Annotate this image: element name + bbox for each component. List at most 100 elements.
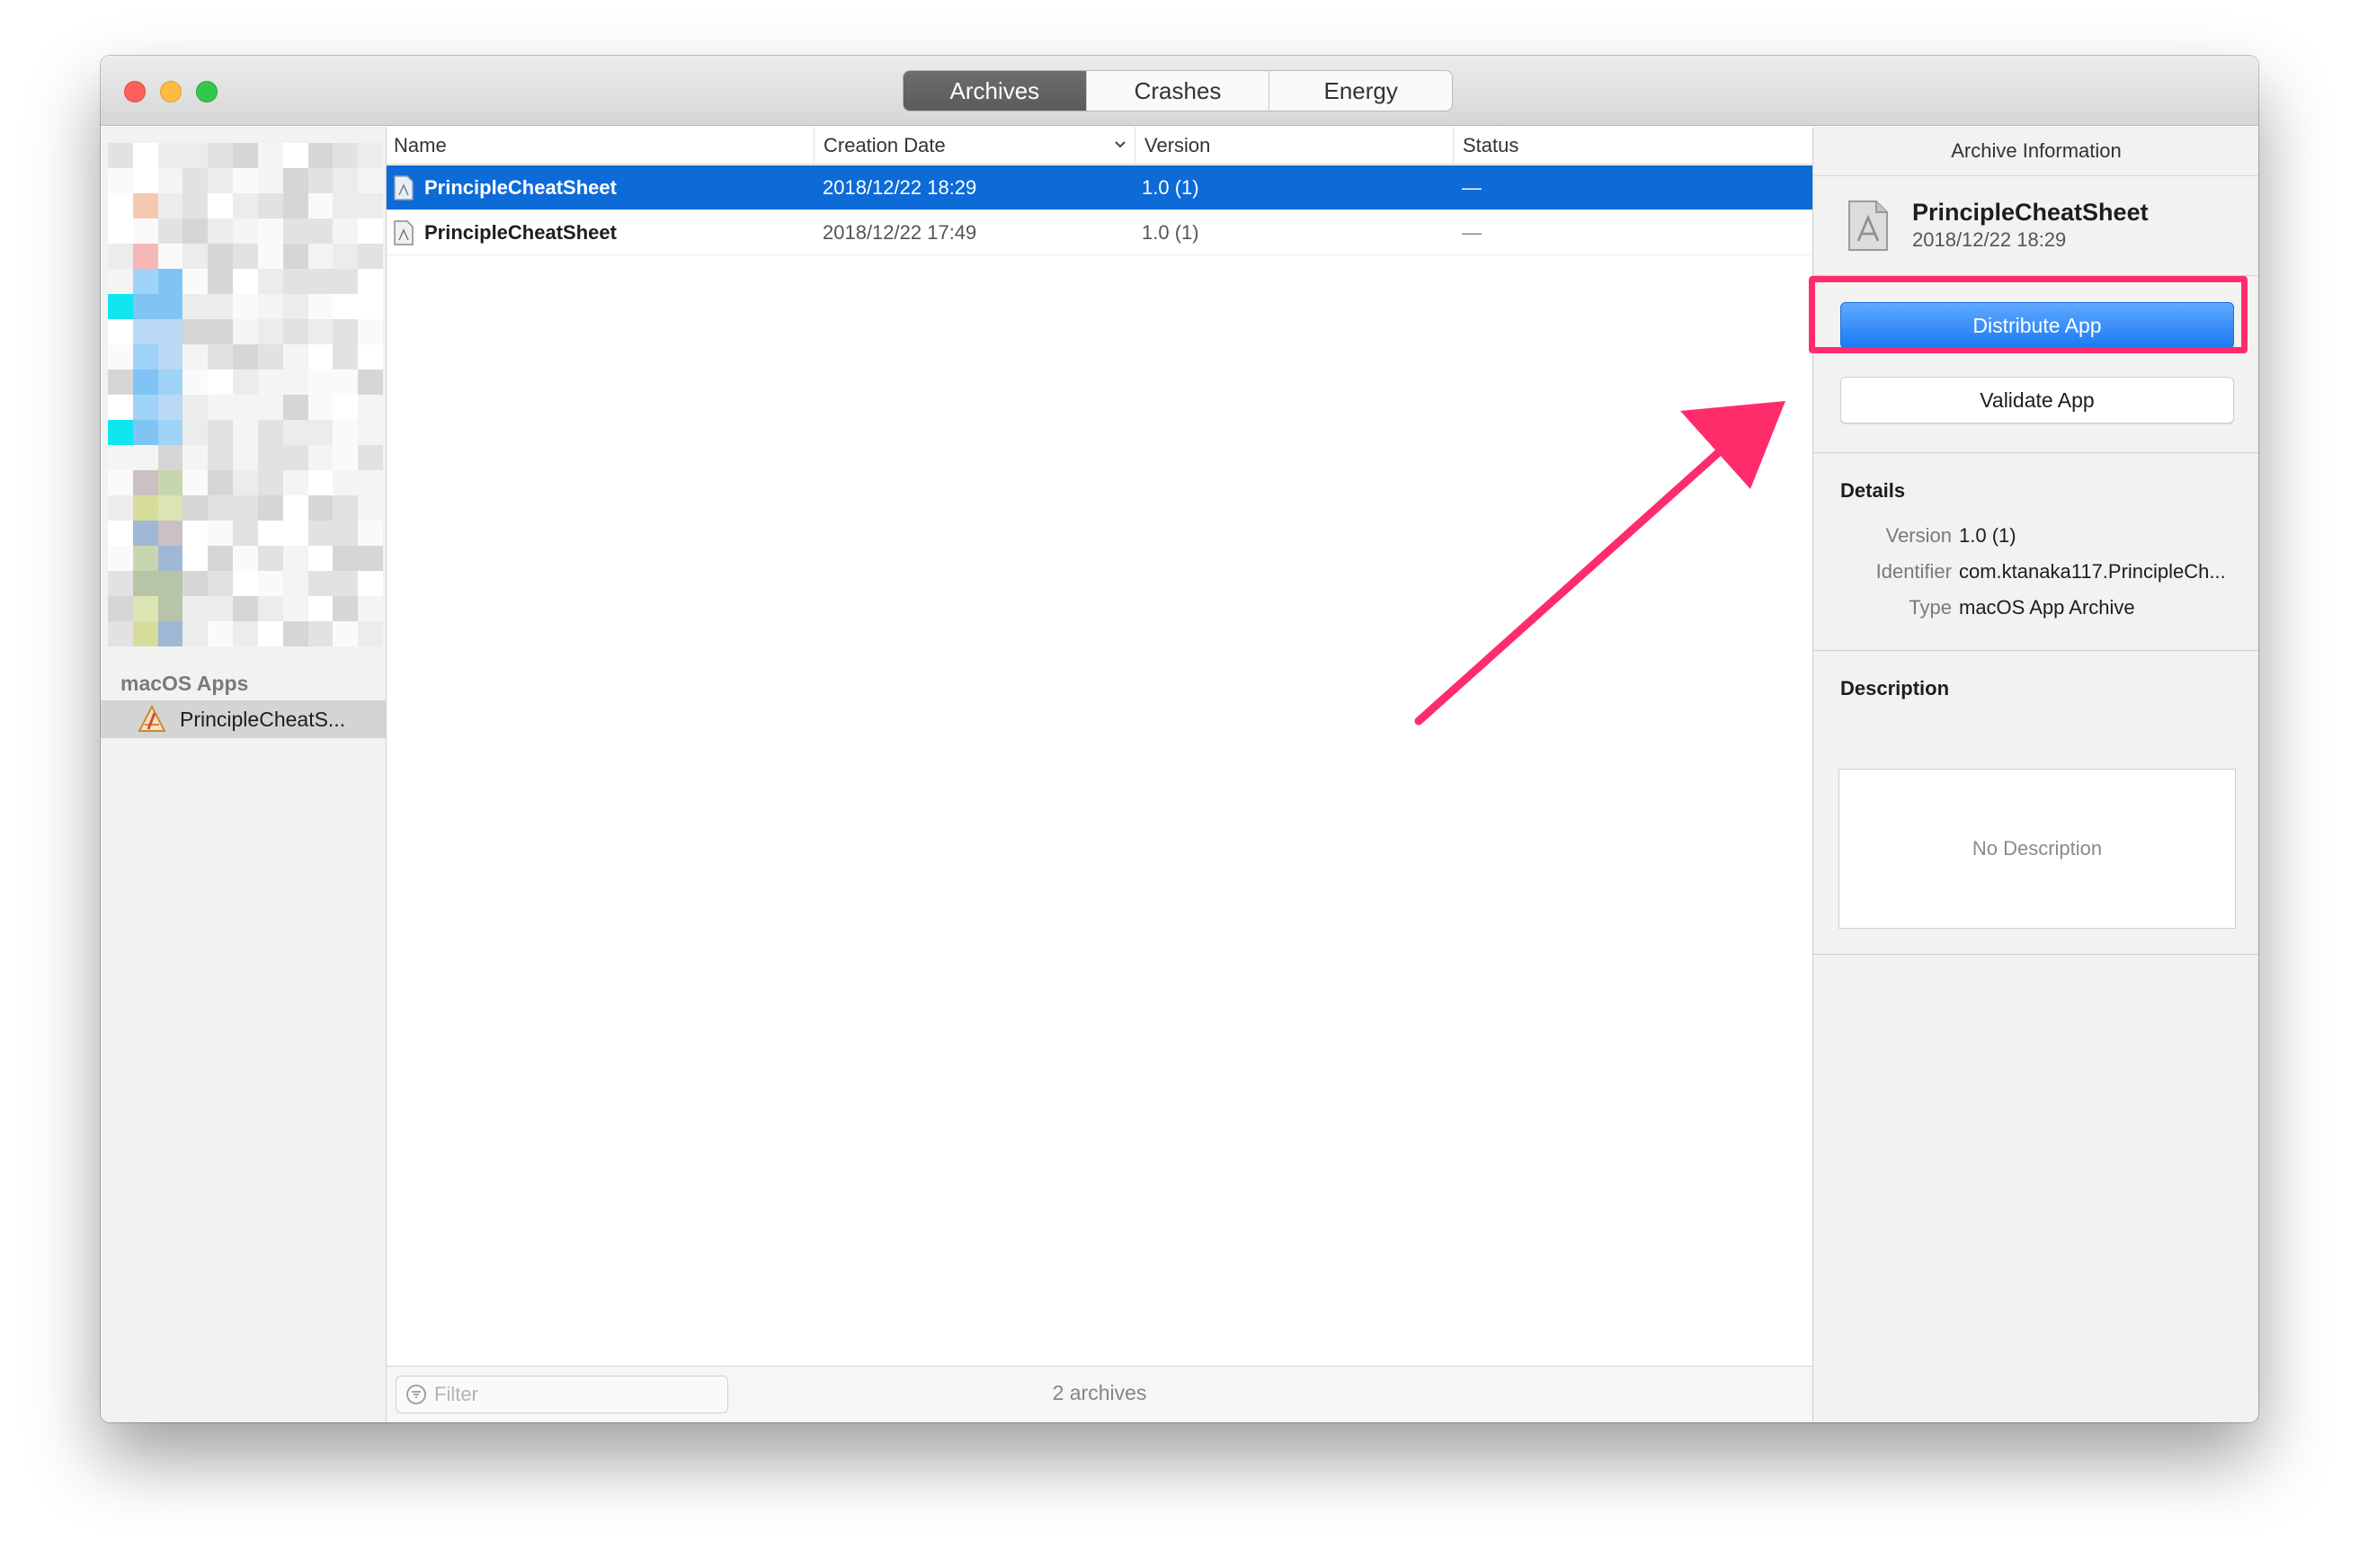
redacted-pixel [307, 168, 334, 193]
row-date: 2018/12/22 17:49 [823, 221, 977, 244]
validate-app-button[interactable]: Validate App [1840, 377, 2234, 423]
redacted-pixel [282, 621, 308, 646]
redacted-pixel [233, 143, 258, 168]
redacted-pixel [208, 470, 234, 495]
row-version: 1.0 (1) [1142, 176, 1199, 199]
redacted-pixel [108, 143, 133, 168]
redacted-pixel [307, 395, 334, 420]
redacted-pixel [282, 546, 308, 571]
redacted-pixel [157, 319, 183, 344]
redacted-pixel [358, 420, 383, 445]
redacted-pixel [233, 395, 258, 420]
sidebar-item-principlecheatsheet[interactable]: PrincipleCheatS... [101, 700, 386, 738]
redacted-pixel [157, 495, 183, 521]
redacted-pixel [282, 244, 308, 269]
tab-archives[interactable]: Archives [904, 71, 1087, 111]
redacted-pixel [307, 294, 334, 319]
redacted-pixel [132, 621, 158, 646]
archive-name: PrincipleCheatSheet [1912, 199, 2149, 226]
redacted-pixel [358, 319, 383, 344]
minimize-button[interactable] [160, 81, 182, 102]
redacted-pixel [333, 571, 359, 596]
redacted-pixel [208, 294, 234, 319]
redacted-pixel [333, 495, 359, 521]
archive-document-icon [394, 175, 414, 200]
redacted-pixel [358, 370, 383, 395]
redacted-pixel [257, 395, 283, 420]
redacted-pixel [157, 470, 183, 495]
row-version: 1.0 (1) [1142, 221, 1199, 244]
redacted-pixel [307, 521, 334, 546]
redacted-pixel [132, 294, 158, 319]
redacted-pixel [307, 621, 334, 646]
inspector-title: Archive Information [1813, 127, 2258, 176]
redacted-pixel [157, 218, 183, 244]
redacted-pixel [132, 420, 158, 445]
redacted-pixel [182, 218, 209, 244]
redacted-pixel [182, 370, 209, 395]
redacted-pixel [233, 546, 258, 571]
redacted-pixel [257, 470, 283, 495]
tab-crashes[interactable]: Crashes [1087, 71, 1270, 111]
table-row[interactable]: PrincipleCheatSheet 2018/12/22 18:29 1.0… [387, 165, 1812, 210]
redacted-pixel [257, 495, 283, 521]
redacted-pixel [108, 244, 133, 269]
zoom-button[interactable] [196, 81, 218, 102]
redacted-pixel [358, 470, 383, 495]
redacted-pixel [108, 218, 133, 244]
redacted-pixel [333, 395, 359, 420]
redacted-pixel [233, 571, 258, 596]
redacted-pixel [257, 218, 283, 244]
table-row[interactable]: PrincipleCheatSheet 2018/12/22 17:49 1.0… [387, 210, 1812, 255]
redacted-pixel [132, 193, 158, 218]
redacted-pixel [108, 370, 133, 395]
redacted-pixel [157, 571, 183, 596]
redacted-pixel [182, 470, 209, 495]
redacted-pixel [108, 445, 133, 470]
redacted-pixel [282, 319, 308, 344]
redacted-pixel [333, 445, 359, 470]
redacted-pixel [233, 470, 258, 495]
redacted-pixel [108, 470, 133, 495]
redacted-pixel [333, 344, 359, 370]
description-box[interactable]: No Description [1838, 769, 2236, 929]
redacted-pixel [108, 319, 133, 344]
close-button[interactable] [124, 81, 146, 102]
redacted-pixel [233, 218, 258, 244]
redacted-pixel [358, 395, 383, 420]
redacted-pixel [157, 344, 183, 370]
redacted-pixel [307, 319, 334, 344]
redacted-pixel [233, 370, 258, 395]
redacted-pixel [333, 596, 359, 621]
redacted-pixel [233, 420, 258, 445]
redacted-pixel [208, 445, 234, 470]
description-title: Description [1840, 677, 1950, 699]
redacted-pixel [182, 420, 209, 445]
redacted-pixel [282, 521, 308, 546]
xcode-app-icon [138, 704, 166, 732]
redacted-pixel [282, 168, 308, 193]
archive-header: PrincipleCheatSheet 2018/12/22 18:29 [1847, 199, 2149, 252]
redacted-pixel [157, 294, 183, 319]
redacted-pixel [208, 370, 234, 395]
redacted-pixel [108, 621, 133, 646]
column-name[interactable]: Name [387, 127, 814, 165]
redacted-pixel [333, 168, 359, 193]
sidebar: macOS Apps PrincipleCheatS... [101, 127, 387, 1422]
redacted-pixel [333, 218, 359, 244]
redacted-pixel [132, 319, 158, 344]
column-version[interactable]: Version [1135, 127, 1453, 165]
redacted-pixel [108, 193, 133, 218]
redacted-pixel [282, 269, 308, 294]
redacted-pixel [358, 596, 383, 621]
column-creation-date[interactable]: Creation Date [814, 127, 1135, 165]
redacted-pixel [333, 193, 359, 218]
annotation-highlight-box [1809, 276, 2248, 353]
tab-energy[interactable]: Energy [1269, 71, 1452, 111]
column-status[interactable]: Status [1453, 127, 1812, 165]
redacted-pixel [182, 546, 209, 571]
redacted-pixel [208, 621, 234, 646]
column-header: Name Creation Date Version Status [387, 127, 1812, 165]
detail-key: Identifier [1875, 560, 1952, 583]
redacted-pixel [108, 571, 133, 596]
